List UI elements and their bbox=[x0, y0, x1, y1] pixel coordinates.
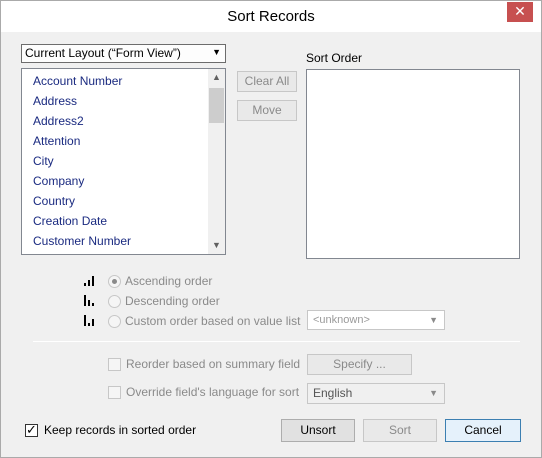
reorder-summary-label: Reorder based on summary field bbox=[126, 357, 301, 371]
custom-order-label: Custom order based on value list bbox=[125, 314, 301, 328]
list-item[interactable]: Company bbox=[33, 171, 84, 191]
sort-order-list[interactable] bbox=[306, 69, 520, 259]
chevron-down-icon: ▼ bbox=[212, 47, 221, 57]
list-item[interactable]: Customer Number bbox=[33, 231, 131, 251]
custom-order-icon bbox=[84, 315, 94, 326]
chevron-down-icon: ▼ bbox=[429, 388, 438, 398]
chevron-down-icon: ▼ bbox=[429, 315, 438, 325]
value-list-select[interactable]: <unknown> ▼ bbox=[307, 310, 445, 330]
descending-order-icon bbox=[84, 295, 94, 306]
sort-button[interactable]: Sort bbox=[363, 419, 437, 442]
keep-sorted-checkbox[interactable] bbox=[25, 422, 38, 438]
unsort-button[interactable]: Unsort bbox=[281, 419, 355, 442]
list-item[interactable]: Country bbox=[33, 191, 75, 211]
layout-select-value: Current Layout (“Form View”) bbox=[25, 46, 181, 60]
separator bbox=[33, 341, 520, 342]
language-select[interactable]: English ▼ bbox=[307, 383, 445, 404]
cancel-button[interactable]: Cancel bbox=[445, 419, 521, 442]
scroll-thumb[interactable] bbox=[209, 88, 224, 123]
reorder-summary-checkbox[interactable] bbox=[108, 358, 121, 371]
move-button[interactable]: Move bbox=[237, 100, 297, 121]
close-button[interactable]: ✕ bbox=[507, 2, 533, 22]
scroll-down-icon[interactable]: ▼ bbox=[208, 237, 225, 254]
clear-all-button[interactable]: Clear All bbox=[237, 71, 297, 92]
scroll-up-icon[interactable]: ▲ bbox=[208, 69, 225, 86]
list-item[interactable]: City bbox=[33, 151, 54, 171]
custom-order-radio[interactable] bbox=[108, 315, 121, 328]
override-language-checkbox[interactable] bbox=[108, 386, 121, 399]
value-list-value: <unknown> bbox=[313, 314, 370, 326]
descending-order-radio[interactable] bbox=[108, 295, 121, 308]
sort-records-dialog: Sort Records ✕ Current Layout (“Form Vie… bbox=[0, 0, 542, 458]
sort-order-label: Sort Order bbox=[306, 51, 363, 65]
list-item[interactable]: Attention bbox=[33, 131, 80, 151]
field-list[interactable]: Account Number Address Address2 Attentio… bbox=[21, 68, 226, 255]
descending-order-label: Descending order bbox=[125, 294, 220, 308]
specify-button[interactable]: Specify ... bbox=[307, 354, 412, 375]
list-item[interactable]: Account Number bbox=[33, 71, 122, 91]
field-list-scrollbar[interactable]: ▲ ▼ bbox=[208, 69, 225, 254]
ascending-order-label: Ascending order bbox=[125, 274, 213, 288]
ascending-order-radio[interactable] bbox=[108, 275, 121, 288]
title-bar: Sort Records ✕ bbox=[1, 1, 541, 32]
language-value: English bbox=[313, 386, 353, 400]
layout-select[interactable]: Current Layout (“Form View”) ▼ bbox=[21, 44, 226, 63]
dialog-title: Sort Records bbox=[227, 8, 315, 25]
list-item[interactable]: Address2 bbox=[33, 111, 84, 131]
keep-sorted-label: Keep records in sorted order bbox=[44, 423, 197, 437]
list-item[interactable]: Creation Date bbox=[33, 211, 107, 231]
ascending-order-icon bbox=[84, 276, 94, 286]
list-item[interactable]: Address bbox=[33, 91, 77, 111]
override-language-label: Override field's language for sort bbox=[126, 385, 300, 399]
